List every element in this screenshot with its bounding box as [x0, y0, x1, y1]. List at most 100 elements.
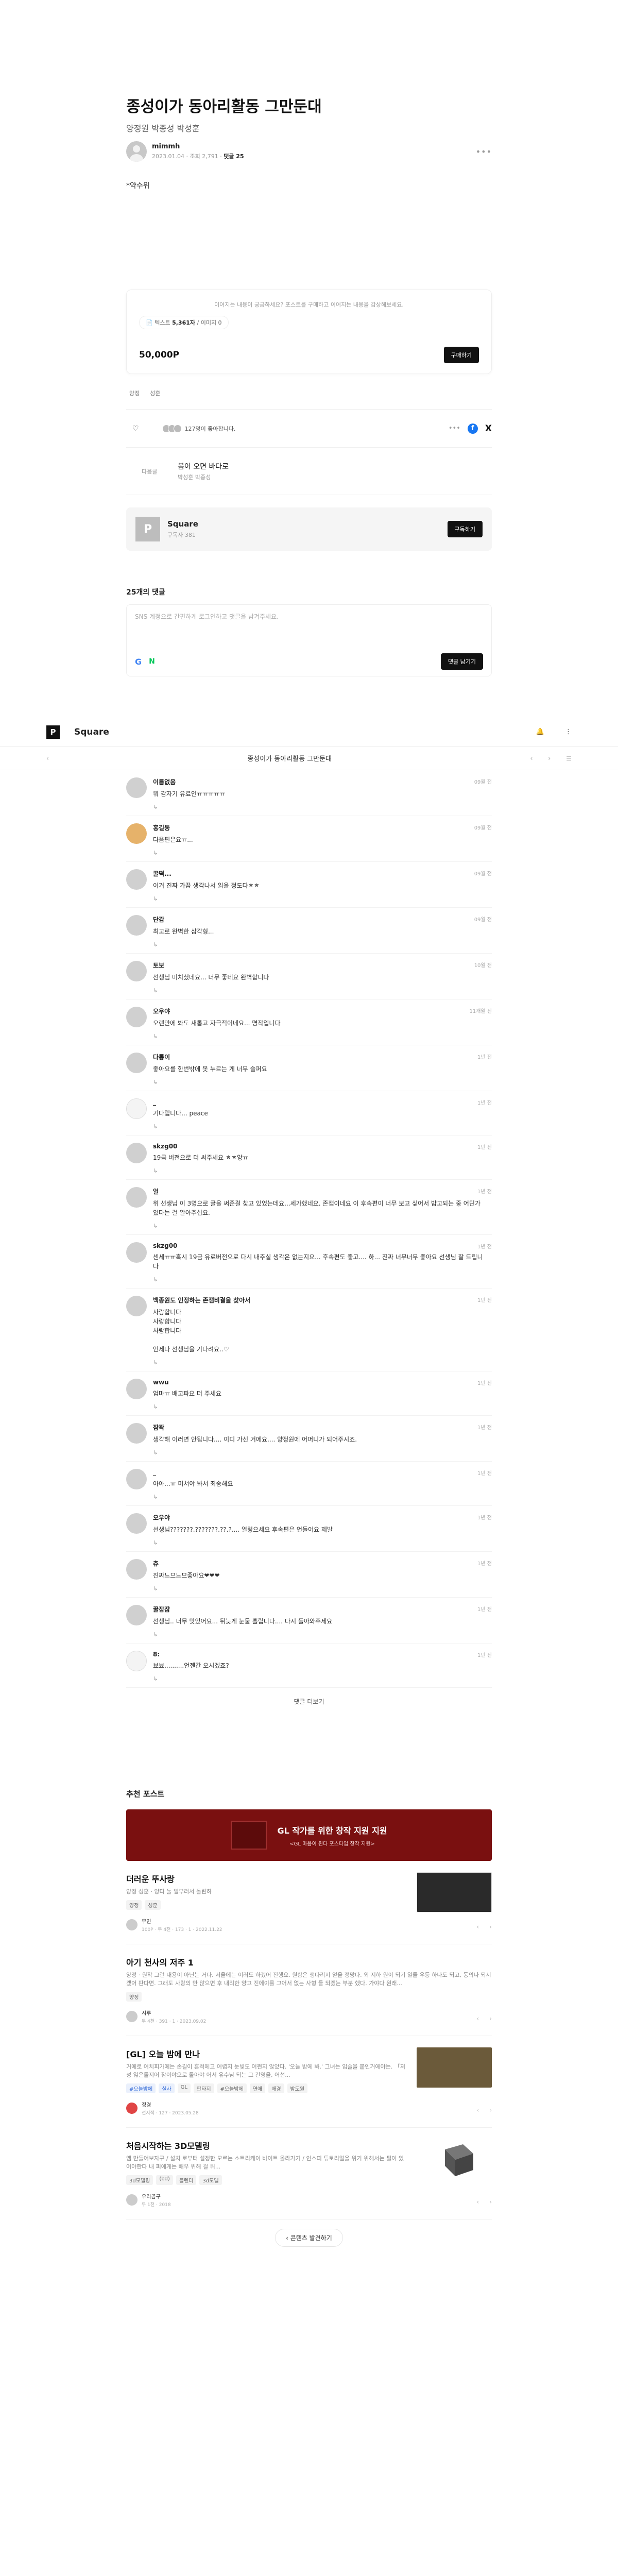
commenter-name[interactable]: 츄: [153, 1559, 487, 1568]
commenter-avatar[interactable]: [126, 777, 147, 798]
recommended-card[interactable]: 더러운 뚜사랑 양정 성훈 · 양다 둘 일부러서 돌린하 양정 성훈 무민 100P ·…: [126, 1861, 492, 1944]
menu-icon[interactable]: ⋮: [565, 728, 572, 736]
commenter-name[interactable]: 백종원도 인정하는 존잼비결을 찾아서: [153, 1296, 487, 1304]
reply-icon[interactable]: ↳: [153, 895, 487, 902]
commenter-name[interactable]: 오우야: [153, 1513, 487, 1522]
commenter-name[interactable]: skzg00: [153, 1242, 487, 1249]
rec-tag[interactable]: #오늘밤에: [217, 2083, 247, 2093]
rec-author-avatar[interactable]: [126, 2103, 138, 2114]
submit-comment-button[interactable]: 댓글 남기기: [440, 653, 483, 670]
rec-tag[interactable]: 양정: [126, 1900, 142, 1910]
chevron-right-icon[interactable]: ›: [489, 2198, 492, 2206]
rec-tag[interactable]: (bd): [156, 2175, 173, 2185]
commenter-avatar[interactable]: [126, 1098, 147, 1119]
rec-tag[interactable]: 실사: [159, 2083, 175, 2093]
chevron-right-icon[interactable]: ›: [489, 2107, 492, 2114]
commenter-name[interactable]: _: [153, 1098, 487, 1106]
subscribe-button[interactable]: 구독하기: [447, 521, 483, 537]
recommended-card[interactable]: 아기 천사의 저주 1 양정 · 원작 그런 내용이 아닌는 거다. 서울에는 이…: [126, 1944, 492, 2036]
commenter-avatar[interactable]: [126, 961, 147, 981]
commenter-avatar[interactable]: [126, 1513, 147, 1534]
author-avatar[interactable]: [126, 141, 147, 162]
rec-thumbnail[interactable]: [417, 2139, 492, 2179]
explore-button[interactable]: ‹ 콘텐츠 발견하기: [275, 2229, 343, 2247]
channel-name[interactable]: Square: [167, 519, 198, 529]
reply-icon[interactable]: ↳: [153, 1276, 487, 1283]
chevron-left-icon[interactable]: ‹: [476, 2015, 479, 2022]
commenter-avatar[interactable]: [126, 1423, 147, 1444]
rec-tag[interactable]: 3d모델링: [126, 2175, 153, 2185]
commenter-avatar[interactable]: [126, 915, 147, 936]
commenter-name[interactable]: _: [153, 1469, 487, 1476]
rec-tag[interactable]: 연애: [249, 2083, 266, 2093]
rec-tag[interactable]: 3d모델: [199, 2175, 222, 2185]
rec-author-avatar[interactable]: [126, 2011, 138, 2022]
reply-icon[interactable]: ↳: [153, 1167, 487, 1174]
facebook-icon[interactable]: f: [467, 423, 478, 434]
rec-tag[interactable]: 성훈: [145, 1900, 161, 1910]
reply-icon[interactable]: ↳: [153, 1403, 487, 1410]
commenter-avatar[interactable]: [126, 1053, 147, 1073]
reply-icon[interactable]: ↳: [153, 1359, 487, 1366]
commenter-avatar[interactable]: [126, 869, 147, 890]
share-more-icon[interactable]: •••: [449, 425, 460, 432]
rec-tag[interactable]: GL: [177, 2083, 191, 2093]
reply-icon[interactable]: ↳: [153, 1675, 487, 1682]
chevron-right-icon[interactable]: ›: [489, 2015, 492, 2022]
commenter-name[interactable]: 잠꽉: [153, 1423, 487, 1432]
rec-title[interactable]: [GL] 오늘 밤에 만나: [126, 2047, 406, 2060]
commenter-avatar[interactable]: [126, 1605, 147, 1625]
commenter-name[interactable]: 토보: [153, 961, 487, 970]
heart-icon[interactable]: ♡: [132, 425, 139, 433]
commenter-name[interactable]: 홍길동: [153, 823, 487, 832]
notification-icon[interactable]: 🔔: [536, 728, 544, 736]
commenter-avatar[interactable]: [126, 1379, 147, 1399]
more-options-icon[interactable]: •••: [476, 147, 492, 157]
tag-item[interactable]: 성훈: [147, 387, 163, 399]
chevron-left-icon[interactable]: ‹: [476, 2198, 479, 2206]
commenter-name[interactable]: wwu: [153, 1379, 487, 1386]
rec-title[interactable]: 아기 천사의 저주 1: [126, 1956, 492, 1968]
commenter-avatar[interactable]: [126, 1187, 147, 1208]
back-icon[interactable]: ‹: [46, 755, 49, 762]
commenter-avatar[interactable]: [126, 1469, 147, 1489]
commenter-avatar[interactable]: [126, 1651, 147, 1671]
rec-tag[interactable]: 양정: [126, 1992, 142, 2002]
commenter-name[interactable]: 얼: [153, 1187, 487, 1196]
author-name[interactable]: mimmh: [152, 143, 244, 150]
reply-icon[interactable]: ↳: [153, 1079, 487, 1086]
next-post-link[interactable]: 다음글 봄이 오면 바다로 박성훈 박종성: [126, 448, 492, 495]
reply-icon[interactable]: ↳: [153, 1585, 487, 1592]
comment-placeholder[interactable]: SNS 계정으로 간편하게 로그인하고 댓글을 남겨주세요.: [135, 612, 483, 621]
list-icon[interactable]: ☰: [566, 755, 572, 762]
reply-icon[interactable]: ↳: [153, 804, 487, 810]
chevron-right-icon[interactable]: ›: [489, 1923, 492, 1930]
rec-tag[interactable]: 블렌더: [176, 2175, 197, 2185]
next-post-icon[interactable]: ›: [548, 755, 551, 762]
commenter-name[interactable]: 꿀떡...: [153, 869, 487, 878]
reply-icon[interactable]: ↳: [153, 1449, 487, 1456]
reply-icon[interactable]: ↳: [153, 1631, 487, 1638]
commenter-name[interactable]: skzg00: [153, 1143, 487, 1150]
rec-author-name[interactable]: 우리곰구: [142, 2192, 171, 2200]
commenter-name[interactable]: 8:: [153, 1651, 487, 1658]
reply-icon[interactable]: ↳: [153, 941, 487, 948]
commenter-name[interactable]: 이름없음: [153, 777, 487, 786]
rec-author-avatar[interactable]: [126, 1919, 138, 1930]
site-logo[interactable]: P: [46, 725, 60, 739]
site-name[interactable]: Square: [74, 727, 109, 737]
channel-logo[interactable]: P: [135, 517, 160, 541]
more-comments-button[interactable]: 댓글 더보기: [126, 1688, 492, 1706]
commenter-name[interactable]: 단감: [153, 915, 487, 924]
rec-author-name[interactable]: 무민: [142, 1917, 222, 1925]
rec-thumbnail[interactable]: [417, 2047, 492, 2088]
naver-login-icon[interactable]: N: [149, 657, 155, 666]
commenter-avatar[interactable]: [126, 1296, 147, 1316]
commenter-avatar[interactable]: [126, 823, 147, 844]
rec-tag[interactable]: #오늘밤에: [126, 2083, 156, 2093]
tag-item[interactable]: 양정: [126, 387, 143, 399]
commenter-avatar[interactable]: [126, 1242, 147, 1263]
commenter-avatar[interactable]: [126, 1007, 147, 1027]
commenter-name[interactable]: 꿀잠잠: [153, 1605, 487, 1614]
reply-icon[interactable]: ↳: [153, 1494, 487, 1500]
